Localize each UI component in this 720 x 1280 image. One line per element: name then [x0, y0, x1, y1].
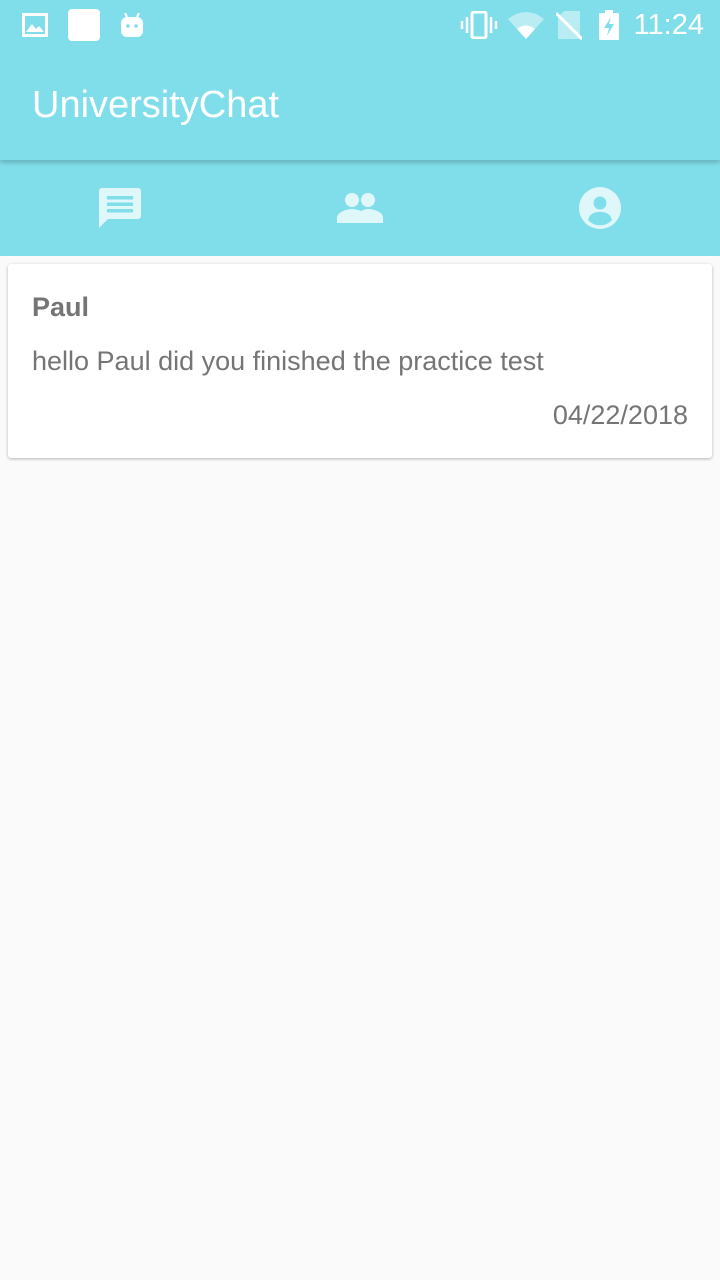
battery-charging-icon	[598, 0, 620, 50]
square-notification-icon	[68, 0, 100, 50]
contact-name: Paul	[32, 292, 90, 322]
app-title: UniversityChat	[32, 84, 280, 126]
image-icon	[22, 0, 48, 50]
tab-bar	[0, 160, 720, 256]
no-sim-icon	[556, 0, 582, 50]
app-bar: UniversityChat	[0, 50, 720, 160]
conversation-list: Paul hello Paul did you finished the pra…	[0, 256, 720, 1280]
tab-chats[interactable]	[0, 160, 240, 256]
account-circle-icon	[579, 187, 621, 229]
tab-contacts[interactable]	[240, 160, 480, 256]
status-time: 11:24	[633, 9, 704, 41]
status-bar: 11:24	[0, 0, 720, 50]
wifi-icon	[508, 0, 544, 50]
chat-icon	[98, 187, 142, 229]
vibrate-icon	[460, 0, 498, 50]
last-message: hello Paul did you finished the practice…	[32, 346, 544, 376]
message-date: 04/22/2018	[552, 400, 688, 430]
tab-profile[interactable]	[480, 160, 720, 256]
people-icon	[337, 192, 383, 224]
android-icon	[118, 0, 146, 50]
conversation-card[interactable]: Paul hello Paul did you finished the pra…	[8, 264, 712, 458]
